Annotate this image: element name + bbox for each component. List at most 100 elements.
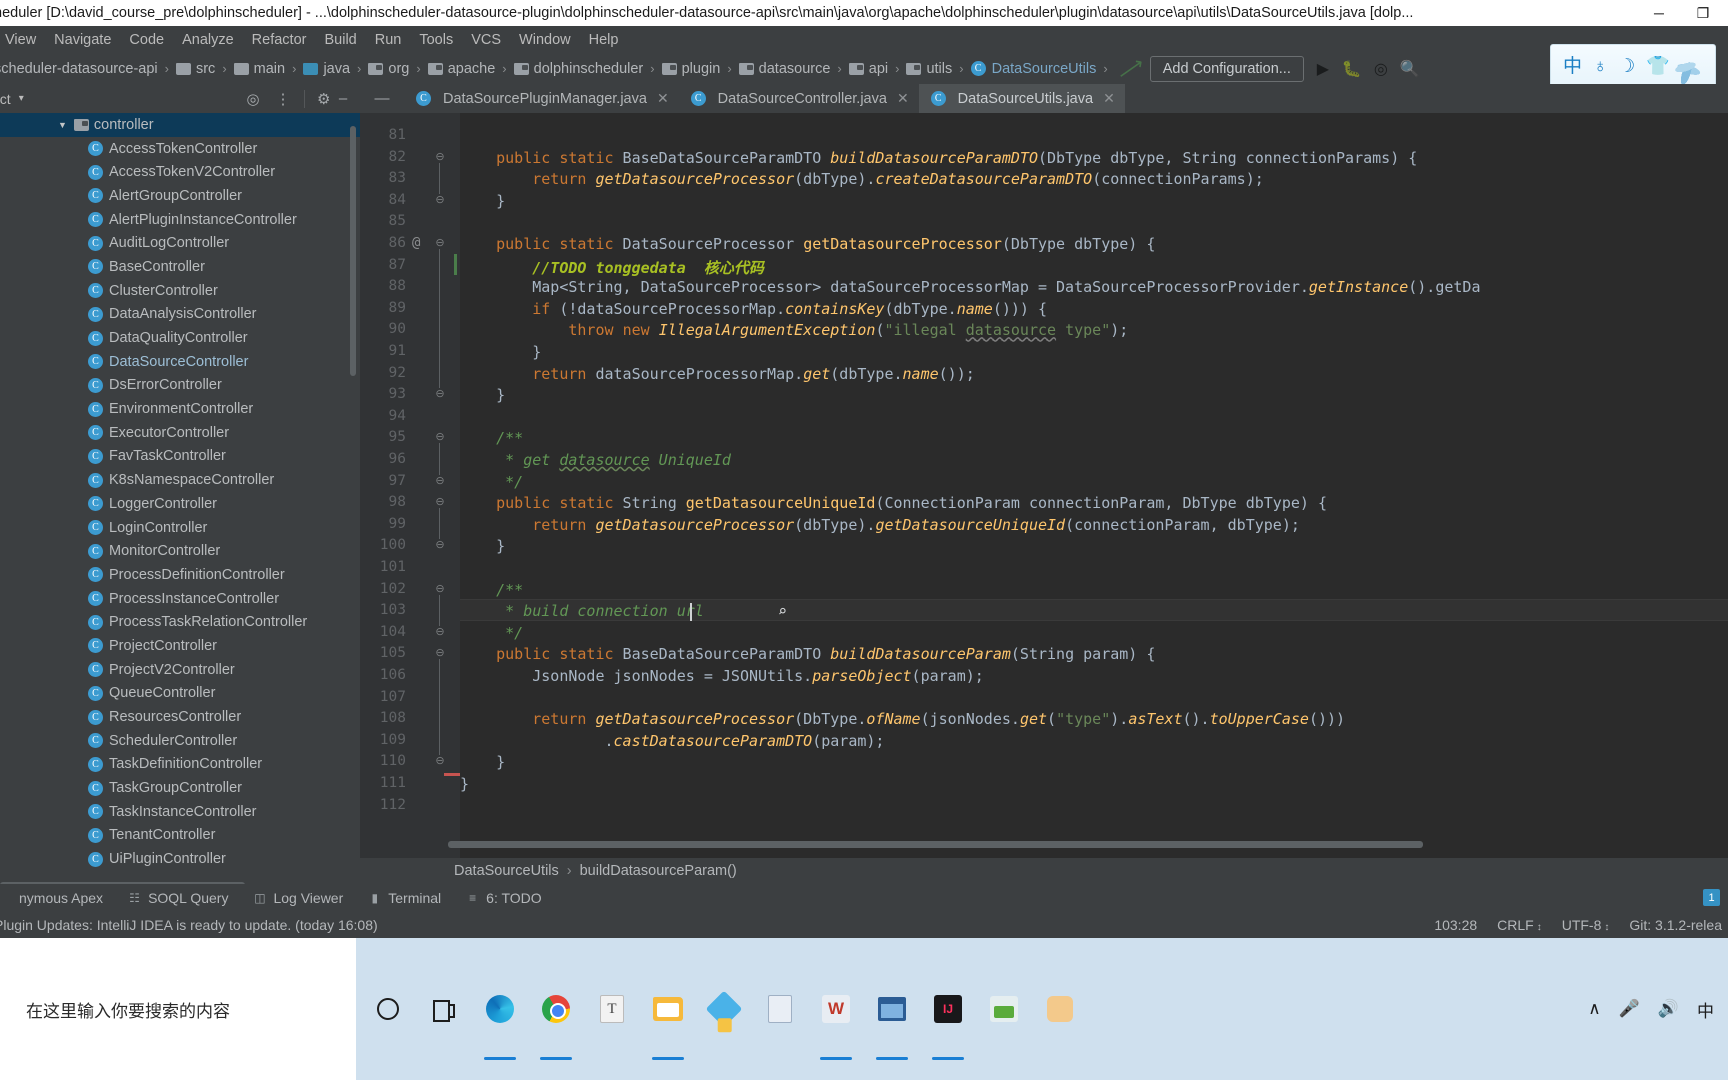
menu-vcs[interactable]: VCS <box>462 30 510 50</box>
breadcrumb-src[interactable]: src › <box>175 61 234 77</box>
code-line[interactable]: */ <box>460 624 523 642</box>
toolwindow-soql-query[interactable]: ☷ SOQL Query <box>115 888 240 908</box>
moon-icon[interactable]: ☽ <box>1618 57 1635 76</box>
code-fold-icon[interactable]: ⊖ <box>433 430 447 444</box>
git-branch-widget[interactable]: Git: 3.1.2-relea <box>1629 917 1722 933</box>
code-fold-icon[interactable]: ⊖ <box>433 150 447 164</box>
annotation-gutter-icon[interactable]: @ <box>412 235 420 251</box>
editor-tab-datasourceutils[interactable]: C DataSourceUtils.java ✕ <box>918 84 1125 113</box>
code-line[interactable]: return dataSourceProcessorMap.get(dbType… <box>460 365 975 383</box>
close-icon[interactable]: ✕ <box>657 90 669 107</box>
caret-position[interactable]: 103:28 <box>1434 917 1477 933</box>
tree-class-row[interactable]: C TenantController <box>0 824 360 848</box>
tree-class-row[interactable]: C EnvironmentController <box>0 397 360 421</box>
breadcrumb-java[interactable]: java › <box>303 61 368 77</box>
tree-class-row[interactable]: C K8sNamespaceController <box>0 468 360 492</box>
code-line[interactable]: Map<String, DataSourceProcessor> dataSou… <box>460 278 1480 296</box>
editor-tab-datasourcepluginmanager[interactable]: C DataSourcePluginManager.java ✕ <box>404 84 679 113</box>
tree-class-row[interactable]: C TaskDefinitionController <box>0 753 360 777</box>
tree-class-row[interactable]: C QueueController <box>0 682 360 706</box>
code-fold-icon[interactable]: ⊖ <box>433 193 447 207</box>
breadcrumb-dolphinscheduler[interactable]: dolphinscheduler › <box>513 61 662 77</box>
search-icon[interactable]: 🔍 <box>1400 59 1420 79</box>
menu-navigate[interactable]: Navigate <box>45 30 120 50</box>
breadcrumb-class[interactable]: DataSourceUtils <box>454 863 559 879</box>
file-explorer-icon[interactable] <box>640 938 696 1080</box>
tree-class-row[interactable]: C AccessTokenV2Controller <box>0 160 360 184</box>
breadcrumb-utils[interactable]: utils › <box>906 61 970 77</box>
breadcrumb-module[interactable]: scheduler-datasource-api › <box>0 61 176 77</box>
chevron-down-icon[interactable]: ▾ <box>19 93 24 104</box>
code-content[interactable]: public static BaseDataSourceParamDTO bui… <box>460 113 1728 839</box>
tree-class-row[interactable]: C LoggerController <box>0 492 360 516</box>
tree-class-row[interactable]: C BaseController <box>0 255 360 279</box>
notification-badge[interactable]: 1 <box>1703 889 1720 906</box>
close-icon[interactable]: ✕ <box>897 90 909 107</box>
editor-gutter[interactable]: 81 82 83 84 85 86 87 88 89 90 91 92 93 94 95 96 97 98 99 10… <box>360 113 460 858</box>
menu-run[interactable]: Run <box>366 30 411 50</box>
close-icon[interactable]: ✕ <box>1103 90 1115 107</box>
code-line[interactable]: * get datasource UniqueId <box>460 451 731 469</box>
editor-tab-datasourcecontroller[interactable]: C DataSourceController.java ✕ <box>679 84 919 113</box>
code-fold-icon[interactable]: ⊖ <box>433 387 447 401</box>
encoding-selector[interactable]: UTF-8 ↕ <box>1562 917 1610 933</box>
tree-class-row[interactable]: C ProcessDefinitionController <box>0 563 360 587</box>
code-line[interactable]: } <box>460 753 505 771</box>
code-line[interactable]: * build connection url <box>460 602 704 620</box>
code-line[interactable]: if (!dataSourceProcessorMap.containsKey(… <box>460 300 1047 318</box>
cortana-icon[interactable] <box>360 938 416 1080</box>
toolwindow-anonymous-apex[interactable]: nymous Apex <box>0 888 115 908</box>
code-fold-icon[interactable]: ⊖ <box>433 236 447 250</box>
breadcrumb-datasourceutils[interactable]: C DataSourceUtils › <box>970 61 1115 77</box>
windows-search-input[interactable]: 在这里输入你要搜索的内容 <box>0 938 356 1080</box>
code-line[interactable]: } <box>460 537 505 555</box>
breadcrumb-org[interactable]: org › <box>368 61 427 77</box>
code-line[interactable]: public static BaseDataSourceParamDTO bui… <box>460 645 1155 663</box>
google-drive-icon[interactable] <box>696 938 752 1080</box>
tree-class-row[interactable]: C ClusterController <box>0 279 360 303</box>
tree-class-row[interactable]: C TaskGroupController <box>0 776 360 800</box>
code-line[interactable]: .castDatasourceParamDTO(param); <box>460 732 884 750</box>
tree-class-row[interactable]: C DataQualityController <box>0 326 360 350</box>
code-line[interactable]: //TODO tonggedata 核心代码 <box>460 257 764 278</box>
code-line[interactable]: return getDatasourceProcessor(DbType.ofN… <box>460 710 1345 728</box>
tree-class-row[interactable]: C DataSourceController <box>0 350 360 374</box>
code-line[interactable]: */ <box>460 473 523 491</box>
add-configuration-button[interactable]: Add Configuration... <box>1149 55 1304 82</box>
breadcrumb-datasource[interactable]: datasource › <box>738 61 849 77</box>
tree-class-row[interactable]: C ResourcesController <box>0 705 360 729</box>
menu-build[interactable]: Build <box>315 30 365 50</box>
window-app-icon[interactable] <box>864 938 920 1080</box>
code-line[interactable]: throw new IllegalArgumentException("ille… <box>460 321 1128 339</box>
calculator-icon[interactable] <box>752 938 808 1080</box>
task-view-icon[interactable] <box>416 938 472 1080</box>
tree-class-row[interactable]: C UiPluginController <box>0 847 360 871</box>
code-line[interactable]: public static DataSourceProcessor getDat… <box>460 235 1155 253</box>
tree-class-row[interactable]: C DataAnalysisController <box>0 303 360 327</box>
code-line[interactable]: } <box>460 775 469 793</box>
tree-class-row[interactable]: C AuditLogController <box>0 231 360 255</box>
menu-refactor[interactable]: Refactor <box>243 30 316 50</box>
code-fold-icon[interactable]: ⊖ <box>433 538 447 552</box>
navicat-icon[interactable] <box>976 938 1032 1080</box>
toolwindow-terminal[interactable]: ▮ Terminal <box>355 888 453 908</box>
intellij-idea-icon[interactable] <box>920 938 976 1080</box>
ime-floating-toolbar[interactable]: 中 ♁ ☽ 👕 <box>1550 44 1716 89</box>
breadcrumb-apache[interactable]: apache › <box>427 61 514 77</box>
code-line[interactable]: return getDatasourceProcessor(dbType).cr… <box>460 170 1264 188</box>
tree-class-row[interactable]: C ExecutorController <box>0 421 360 445</box>
code-fold-icon[interactable]: ⊖ <box>433 625 447 639</box>
code-line[interactable]: public static BaseDataSourceParamDTO bui… <box>460 149 1417 167</box>
tree-class-row[interactable]: C DsErrorController <box>0 374 360 398</box>
code-fold-icon[interactable]: ⊖ <box>433 754 447 768</box>
toolwindow-todo[interactable]: ≡ 6: TODO <box>453 888 554 908</box>
project-tree[interactable]: ▼ controller C AccessTokenController C Access… <box>0 113 360 888</box>
code-line[interactable]: /** <box>460 429 523 447</box>
show-hidden-icons-icon[interactable]: ∧ <box>1588 999 1600 1019</box>
menu-code[interactable]: Code <box>120 30 173 50</box>
tree-folder-row[interactable]: ▼ controller <box>0 113 360 137</box>
code-line[interactable]: public static String getDatasourceUnique… <box>460 494 1327 512</box>
tree-class-row[interactable]: C AlertPluginInstanceController <box>0 208 360 232</box>
tree-class-row[interactable]: C MonitorController <box>0 539 360 563</box>
maximize-button[interactable]: ❐ <box>1682 0 1728 26</box>
